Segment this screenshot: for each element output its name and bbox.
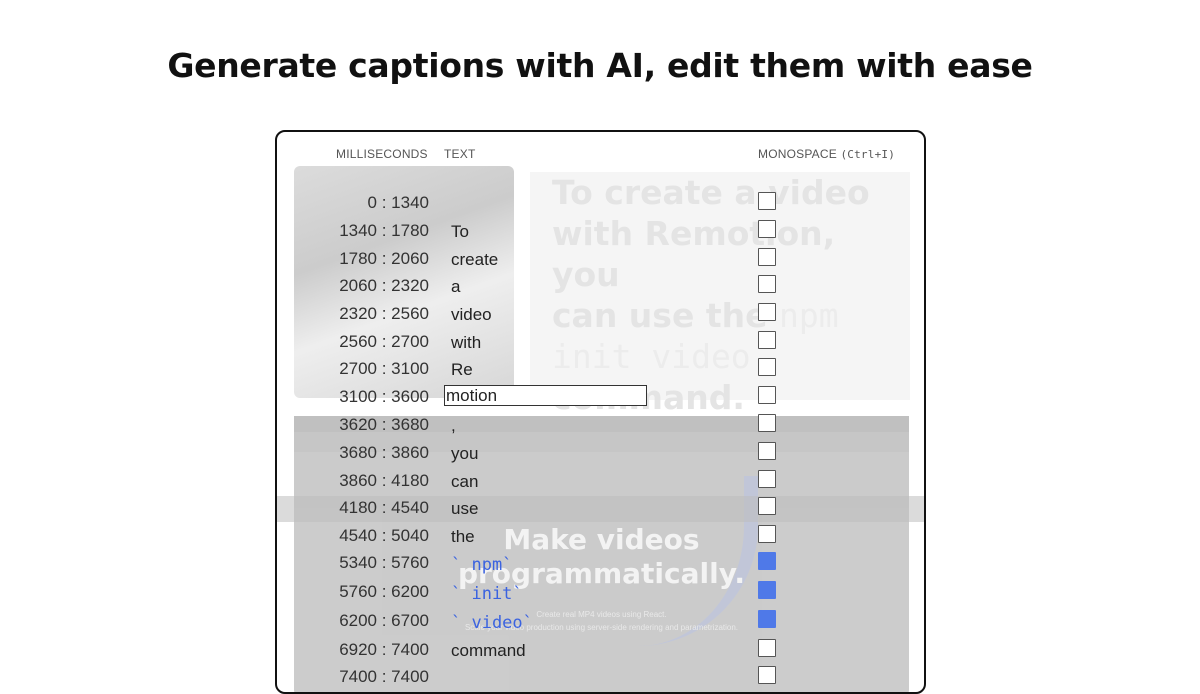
column-header-monospace: MONOSPACE (Ctrl+I) [758,147,895,161]
caption-word-input[interactable]: motion [444,385,647,406]
caption-word[interactable]: To [451,222,469,242]
timestamp-range: 3860 : 4180 [339,471,429,490]
monospace-checkbox[interactable] [758,639,776,657]
monospace-checkbox[interactable] [758,248,776,266]
timestamp-range: 2320 : 2560 [339,304,429,323]
caption-row: 4540 : 5040 the [277,525,924,553]
timestamp-range: 5340 : 5760 [339,553,429,572]
caption-row: 5340 : 5760 ` npm` [277,552,924,580]
monospace-checkbox[interactable] [758,358,776,376]
caption-word[interactable]: , [451,416,456,436]
shortcut-hint: (Ctrl+I) [840,148,896,161]
monospace-checkbox[interactable] [758,666,776,684]
caption-row: 2060 : 2320 a [277,275,924,303]
monospace-checkbox[interactable] [758,414,776,432]
timestamp-range: 2700 : 3100 [339,359,429,378]
caption-row: 3680 : 3860 you [277,442,924,470]
monospace-checkbox[interactable] [758,497,776,515]
caption-row: 1340 : 1780 To [277,220,924,248]
caption-word[interactable]: the [451,527,475,547]
caption-word[interactable]: you [451,444,478,464]
timestamp-range: 0 : 1340 [367,193,429,212]
caption-row: 2320 : 2560 video [277,303,924,331]
caption-word[interactable]: ` init` [451,584,523,604]
caption-word[interactable]: with [451,333,481,353]
caption-row: 3620 : 3680, [277,414,924,442]
timestamp-range: 4540 : 5040 [339,526,429,545]
timestamp-range: 5760 : 6200 [339,582,429,601]
caption-row: 1780 : 2060 create [277,248,924,276]
monospace-checkbox[interactable] [758,386,776,404]
monospace-label: MONOSPACE [758,147,837,161]
monospace-checkbox[interactable] [758,220,776,238]
caption-word[interactable]: command [451,641,526,661]
caption-word[interactable]: a [451,277,460,297]
caption-editor-panel: To create a video with Re motion, you can… [275,130,926,694]
caption-row: 0 : 1340 [277,192,924,220]
column-header-text: TEXT [444,147,476,161]
caption-word[interactable]: ` video` [451,613,533,633]
monospace-checkbox[interactable] [758,275,776,293]
monospace-checkbox[interactable] [758,470,776,488]
monospace-checkbox[interactable] [758,303,776,321]
caption-word[interactable]: video [451,305,492,325]
timestamp-range: 2060 : 2320 [339,276,429,295]
monospace-checkbox[interactable] [758,552,776,570]
timestamp-range: 3620 : 3680 [339,415,429,434]
caption-row: 7400 : 7400 [277,666,924,692]
monospace-checkbox[interactable] [758,610,776,628]
caption-word[interactable]: Re [451,360,473,380]
timestamp-range: 6920 : 7400 [339,640,429,659]
monospace-checkbox[interactable] [758,192,776,210]
timestamp-range: 4180 : 4540 [339,498,429,517]
caption-row: 6200 : 6700 ` video` [277,610,924,638]
caption-row: 3100 : 3600 motion [277,385,924,414]
caption-row: 2560 : 2700 with [277,331,924,359]
caption-row: 5760 : 6200 ` init` [277,581,924,609]
timestamp-range: 6200 : 6700 [339,611,429,630]
caption-row: 4180 : 4540 use [277,497,924,525]
monospace-checkbox[interactable] [758,331,776,349]
timestamp-range: 3680 : 3860 [339,443,429,462]
timestamp-range: 2560 : 2700 [339,332,429,351]
caption-word[interactable]: use [451,499,478,519]
caption-word[interactable]: ` npm` [451,555,512,575]
caption-row: 2700 : 3100 Re [277,358,924,386]
timestamp-range: 1340 : 1780 [339,221,429,240]
page-heading: Generate captions with AI, edit them wit… [167,46,1033,85]
timestamp-range: 7400 : 7400 [339,667,429,686]
caption-word[interactable]: can [451,472,478,492]
timestamp-range: 3100 : 3600 [339,387,429,406]
caption-row: 6920 : 7400 command [277,639,924,667]
monospace-checkbox[interactable] [758,442,776,460]
monospace-checkbox[interactable] [758,581,776,599]
column-header-milliseconds: MILLISECONDS [336,147,428,161]
timestamp-range: 1780 : 2060 [339,249,429,268]
caption-word[interactable]: create [451,250,498,270]
caption-row: 3860 : 4180 can [277,470,924,498]
monospace-checkbox[interactable] [758,525,776,543]
